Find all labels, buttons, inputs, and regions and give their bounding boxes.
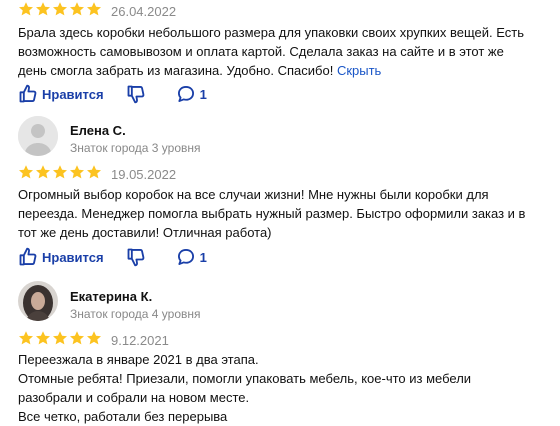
star-icon bbox=[86, 1, 103, 22]
comments-button[interactable]: 1 bbox=[176, 84, 207, 104]
star-icon bbox=[52, 164, 69, 185]
avatar-icon bbox=[18, 281, 58, 321]
review-text: Огромный выбор коробок на все случаи жиз… bbox=[18, 185, 538, 242]
rating-stars: 9.12.2021 bbox=[18, 330, 169, 351]
thumb-down-icon bbox=[126, 84, 146, 104]
hide-link[interactable]: Скрыть bbox=[337, 63, 381, 78]
review-text: Переезжала в январе 2021 в два этапа. От… bbox=[18, 350, 538, 426]
star-icon bbox=[69, 164, 86, 185]
author-level: Знаток города 4 уровня bbox=[70, 307, 201, 321]
like-button[interactable]: Нравится bbox=[18, 84, 104, 104]
review-text-line: Отомные ребята! Приезали, помогли упаков… bbox=[18, 371, 472, 386]
review-text-line: тот же день доставили! Отличная работа) bbox=[18, 225, 272, 240]
star-icon bbox=[35, 330, 52, 351]
review-text-line: переезда. Менеджер помогла выбрать нужны… bbox=[18, 206, 526, 221]
author-level: Знаток города 3 уровня bbox=[70, 141, 201, 155]
review-text-line: возможность самовывозом и оплата картой.… bbox=[18, 44, 504, 59]
thumb-up-icon bbox=[18, 84, 38, 104]
star-icon bbox=[69, 1, 86, 22]
rating-stars: 26.04.2022 bbox=[18, 1, 176, 22]
star-icon bbox=[86, 164, 103, 185]
avatar-icon bbox=[18, 116, 58, 156]
review-text-line: Брала здесь коробки небольшого размера д… bbox=[18, 25, 524, 40]
review-date: 19.05.2022 bbox=[111, 167, 177, 182]
star-icon bbox=[69, 330, 86, 351]
comments-count: 1 bbox=[199, 249, 207, 265]
comments-button[interactable]: 1 bbox=[176, 247, 207, 267]
comments-count: 1 bbox=[199, 86, 207, 102]
like-button[interactable]: Нравится bbox=[18, 247, 104, 267]
star-icon bbox=[18, 1, 35, 22]
avatar[interactable] bbox=[18, 116, 58, 156]
review-date: 9.12.2021 bbox=[111, 333, 169, 348]
comment-icon bbox=[176, 84, 196, 104]
review-actions: Нравится 1 bbox=[18, 247, 207, 267]
rating-stars: 19.05.2022 bbox=[18, 164, 176, 185]
thumb-down-icon bbox=[126, 247, 146, 267]
star-icon bbox=[86, 330, 103, 351]
comment-icon bbox=[176, 247, 196, 267]
star-icon bbox=[35, 1, 52, 22]
like-label: Нравится bbox=[42, 249, 104, 265]
review-text: Брала здесь коробки небольшого размера д… bbox=[18, 23, 538, 80]
star-icon bbox=[52, 1, 69, 22]
review-text-line: Огромный выбор коробок на все случаи жиз… bbox=[18, 187, 489, 202]
star-icon bbox=[52, 330, 69, 351]
review-date: 26.04.2022 bbox=[111, 4, 177, 19]
star-icon bbox=[18, 330, 35, 351]
author-name[interactable]: Екатерина К. bbox=[70, 289, 152, 304]
dislike-button[interactable] bbox=[126, 247, 146, 267]
review-text-line: разобрали и собрали на новом месте. bbox=[18, 390, 250, 405]
dislike-button[interactable] bbox=[126, 84, 146, 104]
star-icon bbox=[35, 164, 52, 185]
review-text-line: день смогла забрать из магазина. Удобно.… bbox=[18, 63, 382, 78]
review-text-line: Все четко, работали без перерыва bbox=[18, 409, 228, 424]
review-actions: Нравится 1 bbox=[18, 84, 207, 104]
star-icon bbox=[18, 164, 35, 185]
like-label: Нравится bbox=[42, 86, 104, 102]
review-text-line: Переезжала в январе 2021 в два этапа. bbox=[18, 352, 259, 367]
avatar[interactable] bbox=[18, 281, 58, 321]
author-name[interactable]: Елена С. bbox=[70, 123, 126, 138]
thumb-up-icon bbox=[18, 247, 38, 267]
